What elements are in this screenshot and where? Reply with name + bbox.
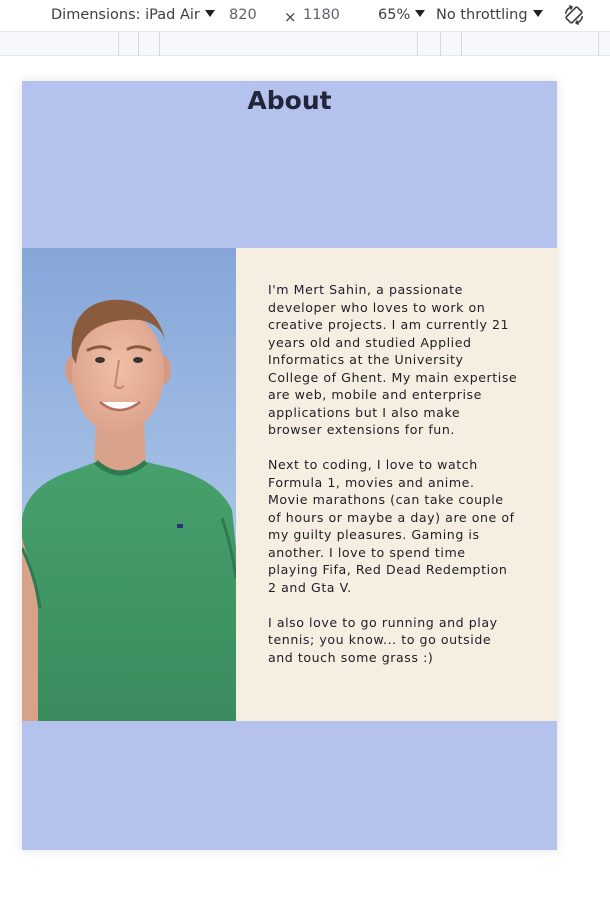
zoom-dropdown[interactable]: 65% — [378, 6, 426, 24]
dimensions-dropdown[interactable]: Dimensions: iPad Air — [51, 6, 215, 24]
ruler-tick — [417, 32, 418, 56]
ruler-tick — [440, 32, 441, 56]
caret-down-icon — [415, 10, 426, 17]
rotate-device-icon[interactable] — [563, 4, 585, 26]
about-text-panel: I'm Mert Sahin, a passionate developer w… — [236, 248, 557, 721]
about-paragraph-sports: I also love to go running and play tenni… — [268, 614, 498, 665]
ruler-tick — [138, 32, 139, 56]
about-paragraph-hobbies: Next to coding, I love to watch Formula … — [268, 457, 515, 595]
caret-down-icon — [532, 10, 543, 17]
profile-photo — [22, 248, 236, 721]
throttling-dropdown[interactable]: No throttling — [436, 6, 543, 24]
media-query-ruler — [0, 31, 610, 56]
throttling-label: No throttling — [436, 7, 528, 23]
page-title: About — [247, 86, 332, 115]
width-input[interactable]: 820 — [229, 6, 257, 24]
dimensions-label: Dimensions: iPad Air — [51, 7, 200, 23]
height-input[interactable]: 1180 — [303, 6, 340, 24]
zoom-label: 65% — [378, 7, 411, 23]
device-viewport: About I'm Mert Sahin, a passionate devel… — [22, 81, 557, 850]
caret-down-icon — [204, 10, 215, 17]
ruler-tick — [461, 32, 462, 56]
ruler-tick — [598, 32, 599, 56]
times-separator: × — [284, 8, 297, 26]
about-paragraph-intro: I'm Mert Sahin, a passionate developer w… — [268, 282, 518, 437]
ruler-tick — [118, 32, 119, 56]
ruler-tick — [159, 32, 160, 56]
about-description: I'm Mert Sahin, a passionate developer w… — [268, 281, 518, 684]
portrait-illustration — [22, 248, 236, 721]
devtools-device-toolbar: Dimensions: iPad Air 820 × 1180 65% No t… — [0, 0, 610, 31]
